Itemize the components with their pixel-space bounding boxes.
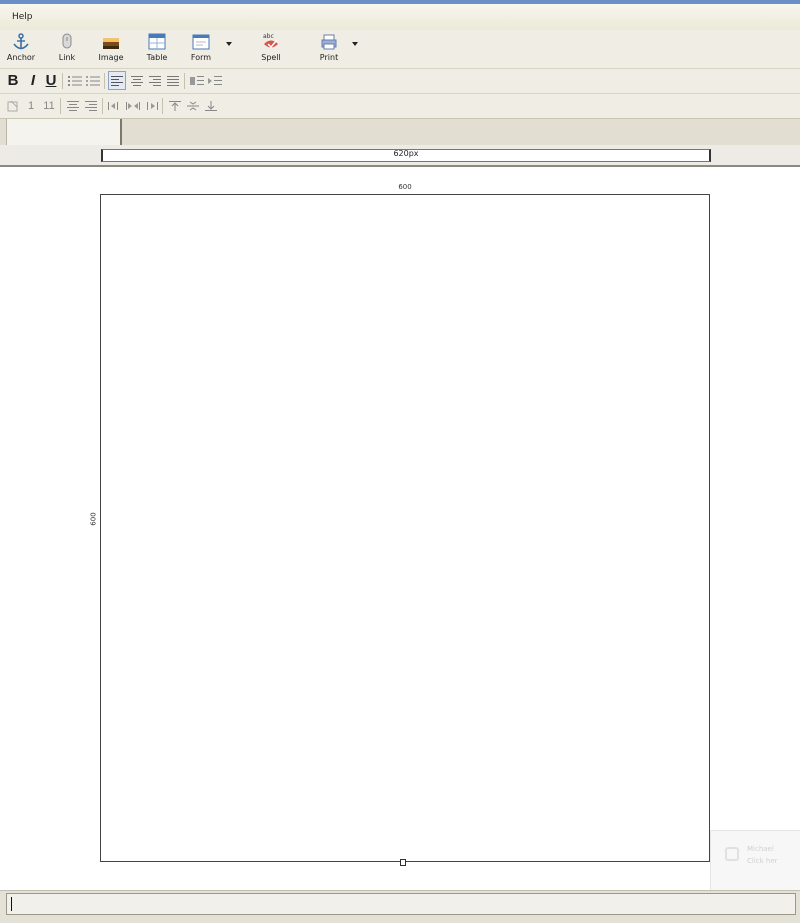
- split-cell-icon: [126, 101, 140, 110]
- menu-bar: Help: [0, 4, 800, 31]
- toolbar-separator: [104, 73, 105, 89]
- spell-button[interactable]: abc Spell: [254, 32, 288, 66]
- indent-icon: [208, 75, 222, 85]
- spell-icon-text: abc: [263, 33, 274, 40]
- form-dropdown-arrow[interactable]: [226, 42, 232, 46]
- status-bar: [0, 890, 800, 923]
- spell-check-icon: abc: [263, 33, 278, 49]
- split-left-button[interactable]: [106, 96, 124, 115]
- cell-properties-icon: [7, 100, 18, 111]
- horizontal-ruler[interactable]: 620px: [101, 149, 711, 162]
- valign-middle-icon: [187, 101, 199, 110]
- form-icon: [192, 34, 210, 50]
- bullet-list-icon: [86, 75, 100, 86]
- text-caret: [11, 897, 12, 911]
- document-tab-strip: [0, 119, 800, 146]
- anchor-button[interactable]: Anchor: [4, 32, 38, 66]
- align-left-button[interactable]: [108, 71, 126, 90]
- notification-body: Click her: [747, 857, 778, 865]
- align-right-button[interactable]: [146, 71, 164, 90]
- split-left-icon: [108, 101, 118, 110]
- table-button[interactable]: Table: [142, 32, 172, 66]
- split-cell-button[interactable]: [124, 96, 142, 115]
- justify-button[interactable]: [164, 71, 182, 90]
- valign-bottom-icon: [205, 100, 217, 111]
- toolbar-separator: [62, 73, 63, 89]
- merge-down-button[interactable]: [82, 96, 100, 115]
- form-label: Form: [190, 53, 212, 62]
- merge-down-icon: [85, 100, 97, 111]
- valign-top-button[interactable]: [166, 96, 184, 115]
- toolbar-separator: [162, 98, 163, 114]
- outdent-button[interactable]: [188, 71, 206, 90]
- document-tab[interactable]: [6, 119, 122, 145]
- toolbar-separator: [102, 98, 103, 114]
- align-center-icon: [131, 75, 143, 86]
- justify-icon: [167, 75, 179, 86]
- print-label: Print: [319, 53, 339, 62]
- anchor-icon: [13, 33, 29, 50]
- print-button[interactable]: Print: [314, 32, 344, 66]
- insert-column-button[interactable]: 11: [40, 96, 58, 115]
- status-input[interactable]: [6, 893, 796, 915]
- bullet-list-button[interactable]: [84, 71, 102, 90]
- align-left-icon: [111, 75, 123, 86]
- anchor-label: Anchor: [6, 53, 36, 62]
- valign-top-icon: [169, 100, 181, 111]
- bold-button[interactable]: B: [4, 71, 22, 90]
- form-button[interactable]: Form: [186, 32, 216, 66]
- insert-toolbar: Anchor Link Image Table Form abc Spell P…: [0, 30, 800, 69]
- canvas-width-label: 600: [398, 183, 412, 191]
- spell-label: Spell: [261, 53, 281, 62]
- image-icon: [103, 38, 119, 49]
- merge-up-icon: [67, 100, 79, 111]
- print-dropdown-arrow[interactable]: [352, 42, 358, 46]
- image-label: Image: [98, 53, 124, 62]
- outdent-icon: [190, 75, 204, 85]
- resize-handle[interactable]: [400, 859, 406, 866]
- cell-properties-button[interactable]: [4, 96, 22, 115]
- ruler-bar: 620px: [0, 145, 800, 167]
- menu-help[interactable]: Help: [12, 12, 33, 22]
- split-right-icon: [147, 101, 158, 110]
- numbered-list-button[interactable]: [66, 71, 84, 90]
- formatting-toolbar: B I U: [0, 69, 800, 94]
- italic-button[interactable]: I: [24, 71, 42, 90]
- print-icon: [321, 34, 337, 50]
- link-icon: [62, 33, 72, 49]
- toolbar-separator: [184, 73, 185, 89]
- table-canvas[interactable]: 600 600: [90, 183, 710, 866]
- notification-popup[interactable]: Michael Click her: [710, 830, 800, 894]
- link-button[interactable]: Link: [52, 32, 82, 66]
- ruler-width-label: 620px: [393, 149, 419, 158]
- valign-bottom-button[interactable]: [202, 96, 220, 115]
- align-center-button[interactable]: [128, 71, 146, 90]
- link-label: Link: [58, 53, 76, 62]
- notification-title: Michael: [747, 845, 774, 853]
- notification-icon: [725, 847, 739, 861]
- table-label: Table: [146, 53, 168, 62]
- merge-up-button[interactable]: [64, 96, 82, 115]
- underline-button[interactable]: U: [42, 71, 60, 90]
- numbered-list-icon: [68, 75, 82, 86]
- table-icon: [148, 33, 166, 50]
- align-right-icon: [149, 75, 161, 86]
- image-button[interactable]: Image: [96, 32, 126, 66]
- valign-middle-button[interactable]: [184, 96, 202, 115]
- insert-row-button[interactable]: 1: [22, 96, 40, 115]
- table-toolbar: 1 11: [0, 94, 800, 119]
- split-right-button[interactable]: [142, 96, 160, 115]
- indent-button[interactable]: [206, 71, 224, 90]
- toolbar-separator: [60, 98, 61, 114]
- canvas-height-label: 600: [89, 512, 98, 526]
